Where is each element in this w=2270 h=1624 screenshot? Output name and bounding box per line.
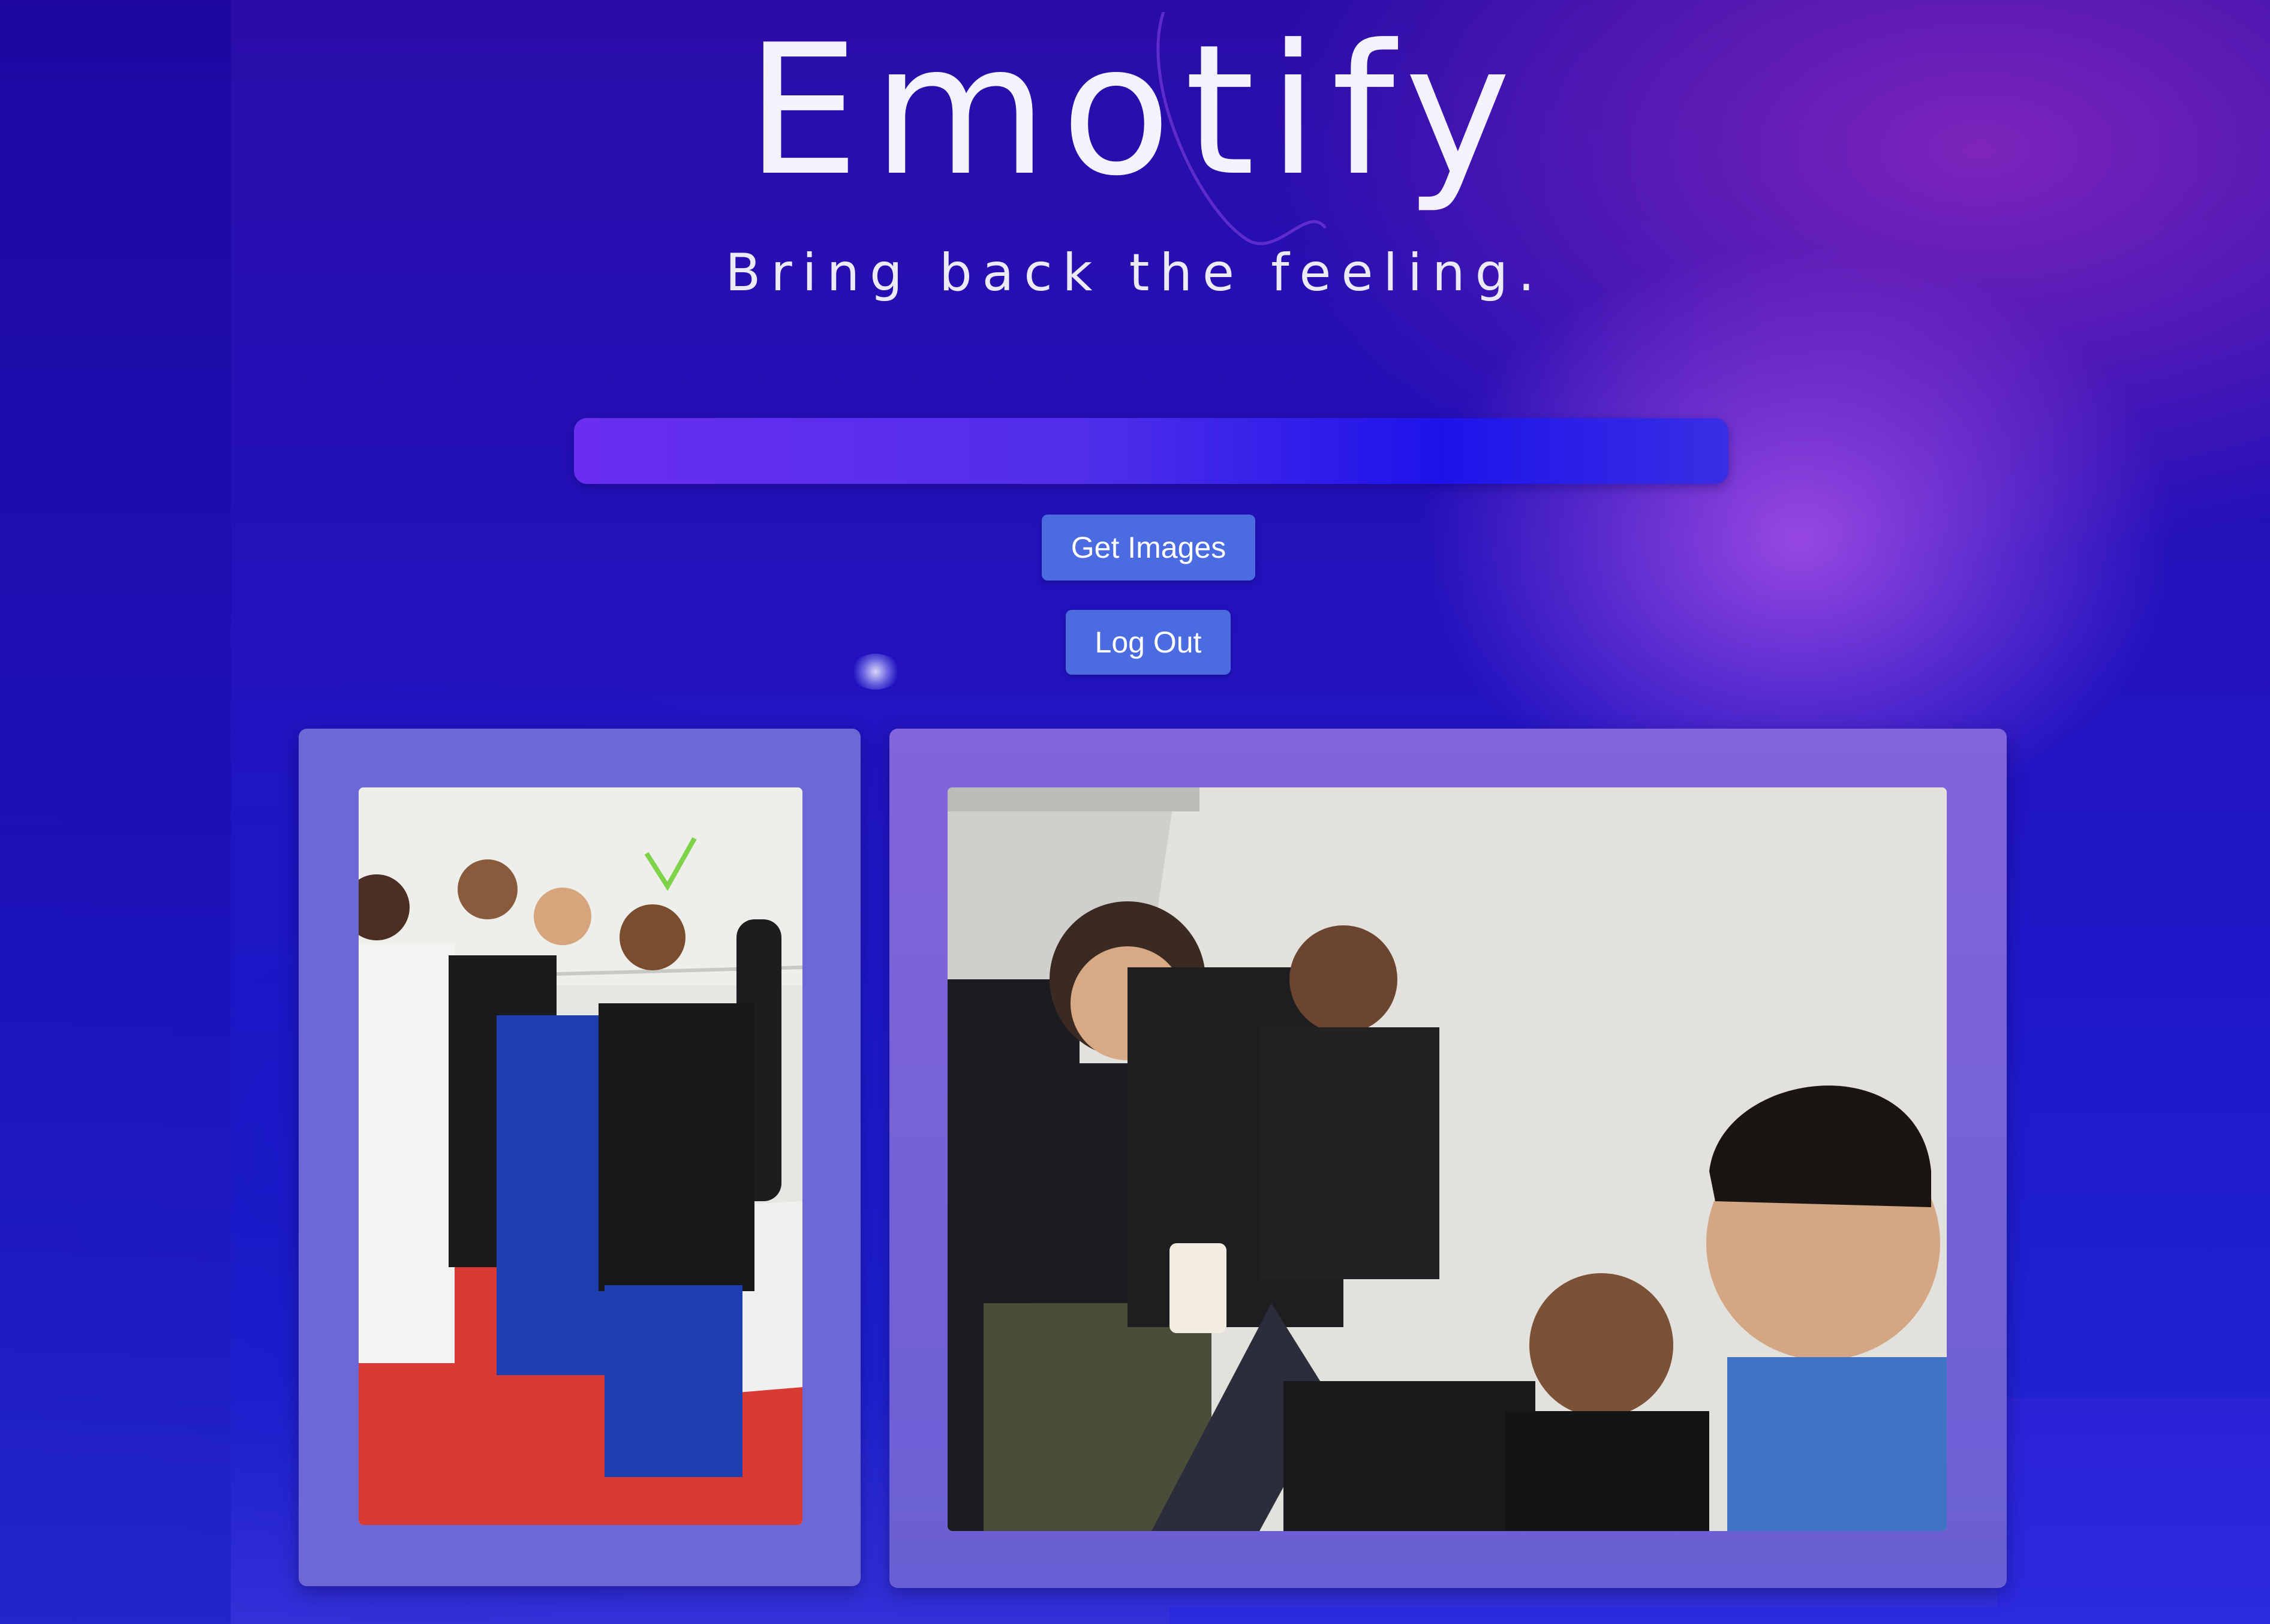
cursor-glow xyxy=(852,654,900,690)
get-images-button[interactable]: Get Images xyxy=(1042,515,1255,581)
gym-group-photo xyxy=(359,787,802,1525)
background-band-bottom-right xyxy=(1997,1397,2270,1624)
gallery-image[interactable] xyxy=(948,787,1947,1531)
log-out-button[interactable]: Log Out xyxy=(1066,610,1231,675)
gallery-image[interactable] xyxy=(359,787,802,1525)
friends-selfie-photo xyxy=(948,787,1947,1531)
background-band-bottom xyxy=(1169,1607,2270,1624)
page-header: Emotify Bring back the feeling. xyxy=(0,12,2270,303)
app-title: Emotify xyxy=(745,6,1525,215)
emotion-search-input[interactable] xyxy=(574,418,1728,484)
